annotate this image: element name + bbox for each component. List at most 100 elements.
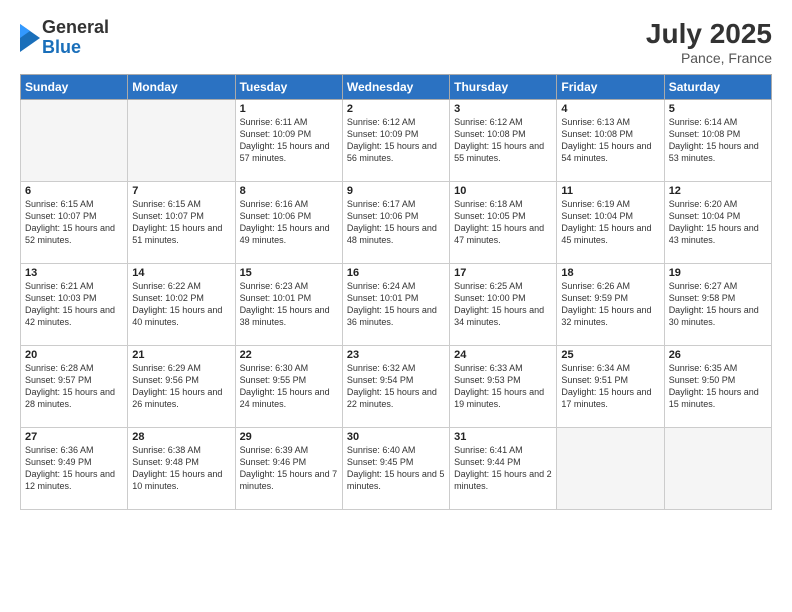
day-number: 15 <box>240 267 338 279</box>
cell-details: Sunrise: 6:15 AM Sunset: 10:07 PM Daylig… <box>25 198 123 247</box>
table-row: 15Sunrise: 6:23 AM Sunset: 10:01 PM Dayl… <box>235 264 342 346</box>
day-number: 22 <box>240 349 338 361</box>
day-number: 25 <box>561 349 659 361</box>
calendar-table: Sunday Monday Tuesday Wednesday Thursday… <box>20 74 772 510</box>
cell-details: Sunrise: 6:18 AM Sunset: 10:05 PM Daylig… <box>454 198 552 247</box>
day-number: 20 <box>25 349 123 361</box>
table-row: 29Sunrise: 6:39 AM Sunset: 9:46 PM Dayli… <box>235 428 342 510</box>
day-number: 13 <box>25 267 123 279</box>
day-number: 3 <box>454 103 552 115</box>
table-row: 28Sunrise: 6:38 AM Sunset: 9:48 PM Dayli… <box>128 428 235 510</box>
cell-details: Sunrise: 6:30 AM Sunset: 9:55 PM Dayligh… <box>240 362 338 411</box>
table-row: 11Sunrise: 6:19 AM Sunset: 10:04 PM Dayl… <box>557 182 664 264</box>
table-row: 9Sunrise: 6:17 AM Sunset: 10:06 PM Dayli… <box>342 182 449 264</box>
day-number: 2 <box>347 103 445 115</box>
table-row: 13Sunrise: 6:21 AM Sunset: 10:03 PM Dayl… <box>21 264 128 346</box>
day-number: 17 <box>454 267 552 279</box>
location: Pance, France <box>646 50 772 66</box>
col-sunday: Sunday <box>21 75 128 100</box>
day-number: 4 <box>561 103 659 115</box>
table-row <box>557 428 664 510</box>
calendar-week-row: 13Sunrise: 6:21 AM Sunset: 10:03 PM Dayl… <box>21 264 772 346</box>
cell-details: Sunrise: 6:41 AM Sunset: 9:44 PM Dayligh… <box>454 444 552 493</box>
table-row: 7Sunrise: 6:15 AM Sunset: 10:07 PM Dayli… <box>128 182 235 264</box>
table-row: 4Sunrise: 6:13 AM Sunset: 10:08 PM Dayli… <box>557 100 664 182</box>
day-number: 14 <box>132 267 230 279</box>
table-row: 10Sunrise: 6:18 AM Sunset: 10:05 PM Dayl… <box>450 182 557 264</box>
cell-details: Sunrise: 6:17 AM Sunset: 10:06 PM Daylig… <box>347 198 445 247</box>
table-row: 6Sunrise: 6:15 AM Sunset: 10:07 PM Dayli… <box>21 182 128 264</box>
cell-details: Sunrise: 6:38 AM Sunset: 9:48 PM Dayligh… <box>132 444 230 493</box>
logo-icon <box>20 24 40 52</box>
cell-details: Sunrise: 6:35 AM Sunset: 9:50 PM Dayligh… <box>669 362 767 411</box>
cell-details: Sunrise: 6:25 AM Sunset: 10:00 PM Daylig… <box>454 280 552 329</box>
day-number: 30 <box>347 431 445 443</box>
cell-details: Sunrise: 6:23 AM Sunset: 10:01 PM Daylig… <box>240 280 338 329</box>
table-row: 24Sunrise: 6:33 AM Sunset: 9:53 PM Dayli… <box>450 346 557 428</box>
cell-details: Sunrise: 6:16 AM Sunset: 10:06 PM Daylig… <box>240 198 338 247</box>
cell-details: Sunrise: 6:19 AM Sunset: 10:04 PM Daylig… <box>561 198 659 247</box>
calendar-week-row: 20Sunrise: 6:28 AM Sunset: 9:57 PM Dayli… <box>21 346 772 428</box>
table-row: 25Sunrise: 6:34 AM Sunset: 9:51 PM Dayli… <box>557 346 664 428</box>
cell-details: Sunrise: 6:27 AM Sunset: 9:58 PM Dayligh… <box>669 280 767 329</box>
cell-details: Sunrise: 6:14 AM Sunset: 10:08 PM Daylig… <box>669 116 767 165</box>
table-row: 18Sunrise: 6:26 AM Sunset: 9:59 PM Dayli… <box>557 264 664 346</box>
cell-details: Sunrise: 6:12 AM Sunset: 10:08 PM Daylig… <box>454 116 552 165</box>
day-number: 18 <box>561 267 659 279</box>
table-row: 23Sunrise: 6:32 AM Sunset: 9:54 PM Dayli… <box>342 346 449 428</box>
cell-details: Sunrise: 6:33 AM Sunset: 9:53 PM Dayligh… <box>454 362 552 411</box>
cell-details: Sunrise: 6:20 AM Sunset: 10:04 PM Daylig… <box>669 198 767 247</box>
table-row: 1Sunrise: 6:11 AM Sunset: 10:09 PM Dayli… <box>235 100 342 182</box>
day-number: 23 <box>347 349 445 361</box>
cell-details: Sunrise: 6:39 AM Sunset: 9:46 PM Dayligh… <box>240 444 338 493</box>
day-number: 27 <box>25 431 123 443</box>
cell-details: Sunrise: 6:28 AM Sunset: 9:57 PM Dayligh… <box>25 362 123 411</box>
header: General Blue July 2025 Pance, France <box>20 18 772 66</box>
table-row: 5Sunrise: 6:14 AM Sunset: 10:08 PM Dayli… <box>664 100 771 182</box>
cell-details: Sunrise: 6:36 AM Sunset: 9:49 PM Dayligh… <box>25 444 123 493</box>
logo-general: General <box>42 18 109 38</box>
day-number: 8 <box>240 185 338 197</box>
table-row: 22Sunrise: 6:30 AM Sunset: 9:55 PM Dayli… <box>235 346 342 428</box>
day-number: 7 <box>132 185 230 197</box>
col-wednesday: Wednesday <box>342 75 449 100</box>
table-row <box>128 100 235 182</box>
table-row: 16Sunrise: 6:24 AM Sunset: 10:01 PM Dayl… <box>342 264 449 346</box>
day-number: 6 <box>25 185 123 197</box>
table-row: 14Sunrise: 6:22 AM Sunset: 10:02 PM Dayl… <box>128 264 235 346</box>
cell-details: Sunrise: 6:24 AM Sunset: 10:01 PM Daylig… <box>347 280 445 329</box>
cell-details: Sunrise: 6:21 AM Sunset: 10:03 PM Daylig… <box>25 280 123 329</box>
table-row: 8Sunrise: 6:16 AM Sunset: 10:06 PM Dayli… <box>235 182 342 264</box>
table-row: 31Sunrise: 6:41 AM Sunset: 9:44 PM Dayli… <box>450 428 557 510</box>
table-row: 21Sunrise: 6:29 AM Sunset: 9:56 PM Dayli… <box>128 346 235 428</box>
cell-details: Sunrise: 6:22 AM Sunset: 10:02 PM Daylig… <box>132 280 230 329</box>
cell-details: Sunrise: 6:13 AM Sunset: 10:08 PM Daylig… <box>561 116 659 165</box>
table-row: 3Sunrise: 6:12 AM Sunset: 10:08 PM Dayli… <box>450 100 557 182</box>
table-row <box>664 428 771 510</box>
cell-details: Sunrise: 6:40 AM Sunset: 9:45 PM Dayligh… <box>347 444 445 493</box>
logo-text: General Blue <box>42 18 109 58</box>
calendar-week-row: 6Sunrise: 6:15 AM Sunset: 10:07 PM Dayli… <box>21 182 772 264</box>
col-friday: Friday <box>557 75 664 100</box>
cell-details: Sunrise: 6:11 AM Sunset: 10:09 PM Daylig… <box>240 116 338 165</box>
calendar-header-row: Sunday Monday Tuesday Wednesday Thursday… <box>21 75 772 100</box>
cell-details: Sunrise: 6:32 AM Sunset: 9:54 PM Dayligh… <box>347 362 445 411</box>
calendar-week-row: 1Sunrise: 6:11 AM Sunset: 10:09 PM Dayli… <box>21 100 772 182</box>
cell-details: Sunrise: 6:12 AM Sunset: 10:09 PM Daylig… <box>347 116 445 165</box>
calendar-week-row: 27Sunrise: 6:36 AM Sunset: 9:49 PM Dayli… <box>21 428 772 510</box>
table-row: 12Sunrise: 6:20 AM Sunset: 10:04 PM Dayl… <box>664 182 771 264</box>
day-number: 16 <box>347 267 445 279</box>
day-number: 26 <box>669 349 767 361</box>
title-block: July 2025 Pance, France <box>646 18 772 66</box>
day-number: 24 <box>454 349 552 361</box>
logo-blue: Blue <box>42 38 109 58</box>
cell-details: Sunrise: 6:29 AM Sunset: 9:56 PM Dayligh… <box>132 362 230 411</box>
table-row: 20Sunrise: 6:28 AM Sunset: 9:57 PM Dayli… <box>21 346 128 428</box>
col-tuesday: Tuesday <box>235 75 342 100</box>
table-row: 26Sunrise: 6:35 AM Sunset: 9:50 PM Dayli… <box>664 346 771 428</box>
day-number: 31 <box>454 431 552 443</box>
day-number: 21 <box>132 349 230 361</box>
logo: General Blue <box>20 18 109 58</box>
table-row: 27Sunrise: 6:36 AM Sunset: 9:49 PM Dayli… <box>21 428 128 510</box>
day-number: 19 <box>669 267 767 279</box>
